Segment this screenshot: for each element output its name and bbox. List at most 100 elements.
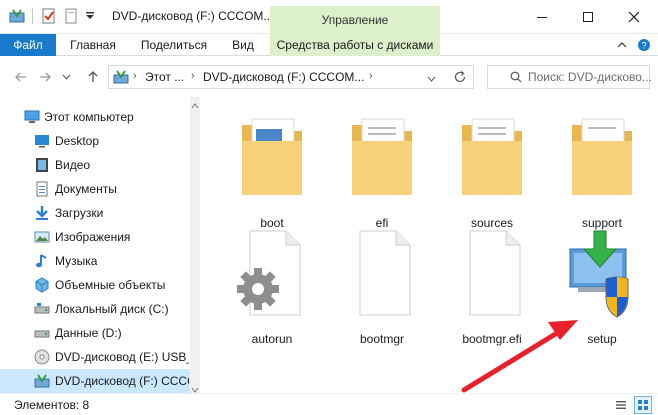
minimize-button[interactable]: [519, 0, 565, 33]
close-button[interactable]: [611, 0, 657, 33]
address-bar[interactable]: › Этот ... › DVD-дисковод (F:) CCCOM... …: [108, 65, 474, 89]
sidebar-scrollbar[interactable]: [190, 97, 200, 393]
app-drive-icon[interactable]: [8, 7, 26, 25]
file-item-autorun[interactable]: autorun: [222, 227, 322, 346]
downloads-icon: [34, 205, 50, 221]
folder-icon: [456, 111, 528, 203]
folder-icon: [346, 111, 418, 203]
sidebar-item-pictures[interactable]: Изображения: [0, 225, 190, 249]
sidebar-item-label: Локальный диск (C:): [55, 302, 169, 316]
sidebar-item-label: Изображения: [55, 230, 131, 244]
breadcrumb-this-pc[interactable]: Этот ...: [145, 70, 184, 84]
sidebar-item-downloads[interactable]: Загрузки: [0, 201, 190, 225]
address-chevron-icon[interactable]: ›: [369, 70, 373, 82]
sidebar-item-desktop[interactable]: Desktop: [0, 129, 190, 153]
sidebar-item-music[interactable]: Музыка: [0, 249, 190, 273]
file-name: autorun: [251, 332, 293, 346]
navigation-bar: › Этот ... › DVD-дисковод (F:) CCCOM... …: [0, 57, 658, 97]
title-bar: DVD-дисковод (F:) CCCOM... Управление: [0, 0, 658, 34]
item-count: Элементов: 8: [14, 398, 90, 412]
drive-icon: [34, 301, 50, 317]
sidebar-item-documents[interactable]: Документы: [0, 177, 190, 201]
window-title: DVD-дисковод (F:) CCCOM...: [112, 9, 274, 23]
folder-item-boot[interactable]: boot: [222, 111, 322, 230]
folder-item-support[interactable]: support: [552, 111, 652, 230]
file-name: bootmgr: [359, 332, 405, 346]
dvd-icon: [34, 349, 50, 365]
new-folder-icon[interactable]: [62, 7, 80, 25]
drive-icon: [34, 325, 50, 341]
sidebar-item-3d-objects[interactable]: Объемные объекты: [0, 273, 190, 297]
maximize-button[interactable]: [565, 0, 611, 33]
sidebar-item-label: Музыка: [55, 254, 98, 268]
navigation-pane: Этот компьютер Desktop Видео Документы З…: [0, 97, 200, 393]
sidebar-item-dvd-e[interactable]: DVD-дисковод (E:) USB_: [0, 345, 190, 369]
sidebar-item-data-d[interactable]: Данные (D:): [0, 321, 190, 345]
sidebar-item-label: DVD-дисковод (F:) CCCO: [55, 374, 189, 388]
sidebar-item-label: Документы: [55, 182, 117, 196]
sidebar-item-label: Этот компьютер: [44, 110, 134, 124]
3d-objects-icon: [34, 277, 50, 293]
tab-home[interactable]: Главная: [60, 34, 126, 56]
blank-file-icon: [346, 227, 418, 319]
customize-quick-access-icon[interactable]: [84, 7, 96, 25]
sidebar-item-label: Desktop: [55, 134, 100, 148]
refresh-icon[interactable]: [453, 70, 467, 87]
address-chevron-icon[interactable]: ›: [191, 70, 195, 82]
sidebar-item-local-disk-c[interactable]: Локальный диск (C:): [0, 297, 190, 321]
details-view-button[interactable]: [612, 396, 630, 414]
sidebar-item-label: DVD-дисковод (E:) USB_: [55, 350, 189, 364]
properties-icon[interactable]: [40, 7, 58, 25]
address-drive-icon: [113, 69, 129, 88]
back-button[interactable]: [12, 68, 30, 86]
folder-item-efi[interactable]: efi: [332, 111, 432, 230]
address-dropdown-chevron-down-icon[interactable]: [427, 71, 436, 85]
search-input[interactable]: Поиск: DVD-дисково...: [487, 65, 652, 89]
music-icon: [34, 253, 50, 269]
tab-drive-tools[interactable]: Средства работы с дисками: [270, 34, 440, 56]
help-icon[interactable]: ?: [636, 38, 652, 52]
file-item-setup[interactable]: setup: [552, 227, 652, 346]
context-tab-group-title: Управление: [270, 6, 440, 34]
blank-file-icon: [456, 227, 528, 319]
file-item-bootmgr[interactable]: bootmgr: [332, 227, 432, 346]
sidebar-item-dvd-f[interactable]: DVD-дисковод (F:) CCCO: [0, 369, 190, 393]
tab-share[interactable]: Поделиться: [132, 34, 216, 56]
sidebar-item-this-pc[interactable]: Этот компьютер: [0, 105, 190, 129]
settings-file-icon: [236, 227, 308, 319]
tab-file[interactable]: Файл: [0, 34, 56, 56]
desktop-icon: [34, 133, 50, 149]
forward-button[interactable]: [36, 68, 54, 86]
breadcrumb-dvd-drive[interactable]: DVD-дисковод (F:) CCCOM...: [203, 70, 364, 84]
scroll-up-icon[interactable]: [191, 99, 199, 109]
documents-icon: [34, 181, 50, 197]
sidebar-item-label: Загрузки: [55, 206, 104, 220]
sidebar-item-video[interactable]: Видео: [0, 153, 190, 177]
video-icon: [34, 157, 50, 173]
up-button[interactable]: [84, 68, 102, 86]
folder-icon: [236, 111, 308, 203]
file-list: boot efi sources support autorun bootmgr…: [200, 97, 658, 393]
svg-text:?: ?: [641, 41, 646, 51]
dvd-drive-icon: [34, 373, 50, 389]
recent-locations-chevron-down-icon[interactable]: [60, 68, 72, 86]
sidebar-item-label: Объемные объекты: [55, 278, 166, 292]
file-item-bootmgr-efi[interactable]: bootmgr.efi: [442, 227, 542, 346]
status-bar: Элементов: 8: [0, 393, 658, 415]
folder-icon: [566, 111, 638, 203]
large-icons-view-button[interactable]: [634, 396, 652, 414]
file-name: bootmgr.efi: [462, 332, 522, 346]
ribbon-tabs: Файл Главная Поделиться Вид Средства раб…: [0, 34, 658, 56]
search-icon: [510, 71, 522, 86]
scroll-down-icon[interactable]: [191, 383, 199, 393]
computer-icon: [24, 109, 40, 125]
address-chevron-icon: ›: [133, 70, 137, 82]
file-name: setup: [587, 332, 617, 346]
tab-view[interactable]: Вид: [222, 34, 264, 56]
sidebar-item-label: Видео: [55, 158, 91, 172]
search-placeholder: Поиск: DVD-дисково...: [528, 70, 652, 84]
expand-ribbon-icon[interactable]: [614, 38, 630, 52]
sidebar-item-label: Данные (D:): [55, 326, 122, 340]
quick-access-separator: [32, 8, 33, 24]
folder-item-sources[interactable]: sources: [442, 111, 542, 230]
